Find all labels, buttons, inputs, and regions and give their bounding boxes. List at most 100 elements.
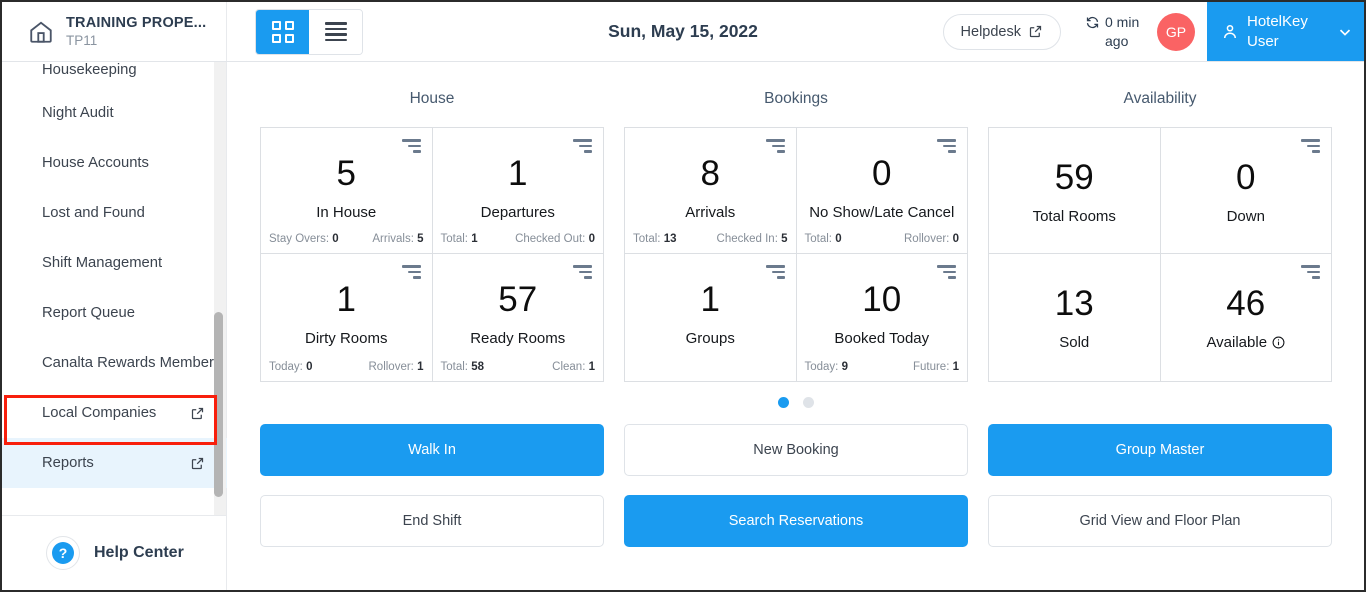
card-no-show-late-cancel[interactable]: 0 No Show/Late Cancel Total: 0 Rollover:… [797, 128, 968, 253]
card-groups[interactable]: 1 Groups [625, 254, 796, 381]
card-down[interactable]: 0 Down [1161, 128, 1332, 253]
card-value: 8 [701, 156, 720, 191]
card-value: 57 [498, 282, 537, 317]
sort-icon[interactable] [766, 139, 785, 156]
card-departures[interactable]: 1 Departures Total: 1 Checked Out: 0 [433, 128, 604, 253]
group-master-button[interactable]: Group Master [988, 424, 1332, 476]
card-value: 13 [1055, 286, 1094, 321]
card-dirty-rooms[interactable]: 1 Dirty Rooms Today: 0 Rollover: 1 [261, 254, 432, 381]
foot-right-label: Checked Out: [515, 233, 585, 245]
foot-right-value: 1 [953, 361, 959, 373]
sidebar-item-reports[interactable]: Reports [2, 438, 227, 488]
home-icon [28, 19, 54, 45]
sidebar-item-housekeeping[interactable]: Housekeeping [2, 62, 227, 88]
property-brand[interactable]: TRAINING PROPE... TP11 [2, 2, 227, 61]
external-link-icon [190, 406, 205, 421]
avatar[interactable]: GP [1157, 13, 1195, 51]
pagination-dot-2[interactable] [803, 397, 814, 408]
sidebar-item-label: Lost and Found [42, 205, 205, 221]
list-icon [325, 19, 347, 44]
card-total-rooms[interactable]: 59 Total Rooms [989, 128, 1160, 253]
card-grid-availability: 59 Total Rooms 0 Down 13 Sold 46 [988, 127, 1332, 382]
sort-icon[interactable] [937, 139, 956, 156]
grid-view-and-floor-plan-button[interactable]: Grid View and Floor Plan [988, 495, 1332, 547]
new-booking-button[interactable]: New Booking [624, 424, 968, 476]
foot-right-label: Checked In: [717, 233, 778, 245]
sidebar-item-label: Shift Management [42, 255, 205, 271]
card-label: Available [1206, 334, 1267, 351]
card-ready-rooms[interactable]: 57 Ready Rooms Total: 58 Clean: 1 [433, 254, 604, 381]
sidebar-item-night-audit[interactable]: Night Audit [2, 88, 227, 138]
column-house: House 5 In House Stay Overs: 0 Arrivals:… [260, 90, 604, 382]
sidebar-item-lost-and-found[interactable]: Lost and Found [2, 188, 227, 238]
view-toggle-group[interactable] [255, 9, 363, 55]
foot-right-value: 0 [953, 233, 959, 245]
card-value: 0 [1236, 160, 1255, 195]
sort-icon[interactable] [937, 265, 956, 282]
card-in-house[interactable]: 5 In House Stay Overs: 0 Arrivals: 5 [261, 128, 432, 253]
person-icon [1221, 23, 1239, 41]
sidebar-item-local-companies[interactable]: Local Companies [2, 388, 227, 438]
grid-view-button[interactable] [256, 10, 309, 54]
sort-icon[interactable] [402, 139, 421, 156]
card-label: In House [316, 204, 376, 221]
card-value: 1 [337, 282, 356, 317]
quick-actions: Walk In New Booking Group Master End Shi… [228, 408, 1364, 547]
foot-left-label: Today: [805, 361, 839, 373]
sidebar-item-label: House Accounts [42, 155, 205, 171]
foot-right-value: 1 [417, 361, 423, 373]
foot-left-label: Total: [805, 233, 833, 245]
list-view-button[interactable] [309, 10, 362, 54]
property-code: TP11 [66, 33, 97, 48]
card-footer: Total: 0 Rollover: 0 [805, 233, 960, 245]
foot-left-value: 9 [842, 361, 848, 373]
sidebar-item-shift-management[interactable]: Shift Management [2, 238, 227, 288]
end-shift-button[interactable]: End Shift [260, 495, 604, 547]
card-footer: Total: 13 Checked In: 5 [633, 233, 788, 245]
foot-left-value: 13 [664, 233, 677, 245]
info-icon[interactable] [1272, 336, 1285, 349]
sort-icon[interactable] [766, 265, 785, 282]
user-menu-button[interactable]: HotelKey User [1207, 2, 1364, 61]
card-value: 1 [701, 282, 720, 317]
card-label: Dirty Rooms [305, 330, 388, 347]
grid-icon [272, 21, 294, 43]
sidebar-scrollbar-track[interactable] [214, 62, 226, 515]
sidebar-item-house-accounts[interactable]: House Accounts [2, 138, 227, 188]
chevron-down-icon [1336, 23, 1354, 41]
foot-left-value: 1 [471, 233, 477, 245]
card-value: 5 [337, 156, 356, 191]
foot-right-label: Rollover: [904, 233, 949, 245]
sidebar-item-label: Reports [42, 455, 190, 471]
sidebar-item-label: Canalta Rewards Member [42, 355, 214, 371]
foot-right-value: 1 [589, 361, 595, 373]
foot-left-value: 0 [332, 233, 338, 245]
sidebar-item-canalta-rewards-member[interactable]: Canalta Rewards Member [2, 338, 227, 388]
main-content: House 5 In House Stay Overs: 0 Arrivals:… [228, 62, 1364, 590]
external-link-icon [190, 456, 205, 471]
sort-icon[interactable] [1301, 265, 1320, 282]
foot-left-value: 0 [835, 233, 841, 245]
column-title: Bookings [624, 90, 968, 108]
card-available[interactable]: 46 Available [1161, 254, 1332, 381]
help-center-button[interactable]: ? Help Center [2, 515, 226, 590]
sidebar-nav-list: Housekeeping Night Audit House Accounts … [2, 62, 227, 515]
sort-icon[interactable] [1301, 139, 1320, 156]
sort-icon[interactable] [573, 265, 592, 282]
card-sold[interactable]: 13 Sold [989, 254, 1160, 381]
pagination-dot-1[interactable] [778, 397, 789, 408]
helpdesk-button[interactable]: Helpdesk [943, 14, 1061, 50]
card-booked-today[interactable]: 10 Booked Today Today: 9 Future: 1 [797, 254, 968, 381]
card-label: Departures [481, 204, 555, 221]
sidebar-scrollbar-thumb[interactable] [214, 312, 223, 497]
card-footer: Stay Overs: 0 Arrivals: 5 [269, 233, 424, 245]
search-reservations-button[interactable]: Search Reservations [624, 495, 968, 547]
last-refresh-status[interactable]: 0 min ago [1085, 13, 1147, 51]
card-arrivals[interactable]: 8 Arrivals Total: 13 Checked In: 5 [625, 128, 796, 253]
card-footer: Today: 9 Future: 1 [805, 361, 960, 373]
sort-icon[interactable] [573, 139, 592, 156]
sort-icon[interactable] [402, 265, 421, 282]
carousel-pagination [228, 397, 1364, 408]
walk-in-button[interactable]: Walk In [260, 424, 604, 476]
sidebar-item-report-queue[interactable]: Report Queue [2, 288, 227, 338]
